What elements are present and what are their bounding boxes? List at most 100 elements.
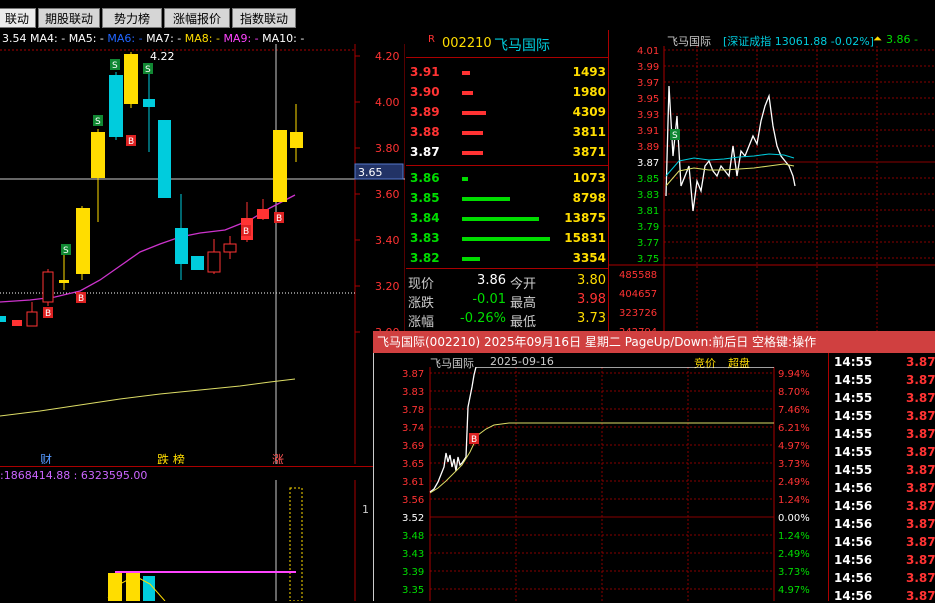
stat-value: -0.01 <box>472 292 506 307</box>
mini-intraday-panel[interactable]: 飞马国际 [深证成指 13061.88 -0.02%] ⏶ 3.86 - 4.0… <box>609 30 935 331</box>
tick-price: 3.87 <box>906 409 935 423</box>
order-book-volume-bar <box>462 237 550 241</box>
mini-price-axis-label: 3.77 <box>637 238 659 249</box>
mini-price-axis-label: 3.85 <box>637 174 659 185</box>
volume-axis-tick: 1 <box>362 503 369 516</box>
candle[interactable] <box>76 208 90 274</box>
candle[interactable] <box>12 320 22 326</box>
order-book-price[interactable]: 3.87 <box>410 145 440 159</box>
tick-time: 14:56 <box>834 499 873 513</box>
candle[interactable] <box>143 99 155 107</box>
tab-zhangfu-baojia[interactable]: 涨幅报价 <box>164 8 230 28</box>
tab-liandong[interactable]: 联动 <box>0 8 36 28</box>
popup-pct-axis-label: 9.94% <box>778 369 810 380</box>
mini-price-line <box>665 85 796 212</box>
popup-price-axis-label: 3.83 <box>402 387 424 398</box>
order-book-price[interactable]: 3.85 <box>410 191 440 205</box>
candle[interactable] <box>0 316 6 322</box>
order-book-price[interactable]: 3.88 <box>410 125 440 139</box>
popup-price-axis-label: 3.39 <box>402 567 424 578</box>
candle[interactable] <box>158 120 171 198</box>
mini-price-axis-label: 3.97 <box>637 78 659 89</box>
order-book-volume: 15831 <box>564 231 606 245</box>
popup-pct-axis-label: 2.49% <box>778 477 810 488</box>
price-axis-label: 4.00 <box>375 96 400 109</box>
volume-bar <box>108 573 122 601</box>
popup-pct-axis-label: 7.46% <box>778 405 810 416</box>
tick-price: 3.87 <box>906 391 935 405</box>
tick-time: 14:55 <box>834 355 873 369</box>
order-book-volume-bar <box>462 131 483 135</box>
svg-text:B: B <box>243 227 249 237</box>
candle[interactable] <box>290 132 303 148</box>
tick-price: 3.87 <box>906 463 935 477</box>
popup-price-line <box>429 367 774 493</box>
order-book-volume-bar <box>462 71 470 75</box>
candle[interactable] <box>191 256 204 270</box>
price-axis-label: 3.60 <box>375 188 400 201</box>
tab-qigu-liandong[interactable]: 期股联动 <box>38 8 100 28</box>
popup-window[interactable]: 飞马国际 2025-09-16 竞价 超盘 3.87 9.94% 3.83 8.70%… <box>373 353 935 603</box>
kline-chart[interactable]: 4.204.003.803.603.403.203.00 3.65 <box>0 44 405 464</box>
mini-price-axis-label: 3.99 <box>637 62 659 73</box>
zhang-marker[interactable]: 涨 <box>272 452 284 464</box>
order-book-volume-bar <box>462 111 486 115</box>
stat-value: 3.86 <box>477 273 506 288</box>
mini-price-axis-label: 3.81 <box>637 206 659 217</box>
tab-shilibang[interactable]: 势力榜 <box>102 8 162 28</box>
mini-price-axis-label: 4.01 <box>637 46 659 57</box>
stat-label: 涨跌 <box>408 296 435 311</box>
order-book-price[interactable]: 3.89 <box>410 105 440 119</box>
volume-separator <box>0 466 405 467</box>
candle[interactable] <box>42 271 54 303</box>
popup-price-axis-label: 3.52 <box>402 513 424 524</box>
svg-text:B: B <box>276 214 282 224</box>
price-axis-label: 4.20 <box>375 50 400 63</box>
volume-chart[interactable]: 1 <box>0 480 405 601</box>
stat-value: -0.26% <box>460 311 506 326</box>
quote-name: 飞马国际 <box>494 38 550 54</box>
order-book-volume-bar <box>462 217 539 221</box>
popup-pct-axis-label: 1.24% <box>778 531 810 542</box>
order-book-price[interactable]: 3.91 <box>410 65 440 79</box>
candle[interactable] <box>59 280 69 283</box>
svg-text:B: B <box>471 435 477 445</box>
candle[interactable] <box>273 130 287 202</box>
candle[interactable] <box>175 228 188 264</box>
candle[interactable] <box>26 311 38 327</box>
popup-price-axis-label: 3.43 <box>402 549 424 560</box>
svg-text:S: S <box>95 117 101 127</box>
candle-group <box>0 52 303 327</box>
order-book-price[interactable]: 3.84 <box>410 211 440 225</box>
tick-price: 3.87 <box>906 499 935 513</box>
order-book-price[interactable]: 3.83 <box>410 231 440 245</box>
candle[interactable] <box>91 132 105 178</box>
order-book-price[interactable]: 3.82 <box>410 251 440 265</box>
candle[interactable] <box>257 209 269 219</box>
order-book-volume-bar <box>462 91 473 95</box>
volume-bar <box>289 487 303 601</box>
tick-price: 3.87 <box>906 427 935 441</box>
candle[interactable] <box>223 243 237 253</box>
popup-pct-axis-label: 2.49% <box>778 549 810 560</box>
tick-price: 3.87 <box>906 355 935 369</box>
tick-price: 3.87 <box>906 553 935 567</box>
candle[interactable] <box>109 75 123 137</box>
order-book-price[interactable]: 3.90 <box>410 85 440 99</box>
popup-price-axis-label: 3.87 <box>402 369 424 380</box>
candle[interactable] <box>124 54 138 104</box>
popup-price-axis-label: 3.61 <box>402 477 424 488</box>
popup-title-bar[interactable]: 飞马国际(002210) 2025年09月16日 星期二 PageUp/Down… <box>373 331 935 353</box>
order-book-price[interactable]: 3.86 <box>410 171 440 185</box>
popup-pct-axis-label: 8.70% <box>778 387 810 398</box>
svg-text:S: S <box>145 65 151 75</box>
popup-pct-axis-label: 6.21% <box>778 423 810 434</box>
cai-marker[interactable]: 财 <box>40 453 52 464</box>
quote-panel: R 002210 飞马国际 3.91 1493 3.90 1980 3.89 4309 3.… <box>406 30 608 330</box>
tab-zhishu-liandong[interactable]: 指数联动 <box>232 8 296 28</box>
ma-line-yellow <box>0 378 296 417</box>
diebang-marker[interactable]: 跌 榜 <box>157 452 185 464</box>
mini-price-axis-label: 3.79 <box>637 222 659 233</box>
volume-bar <box>143 576 155 601</box>
candle[interactable] <box>207 251 221 273</box>
